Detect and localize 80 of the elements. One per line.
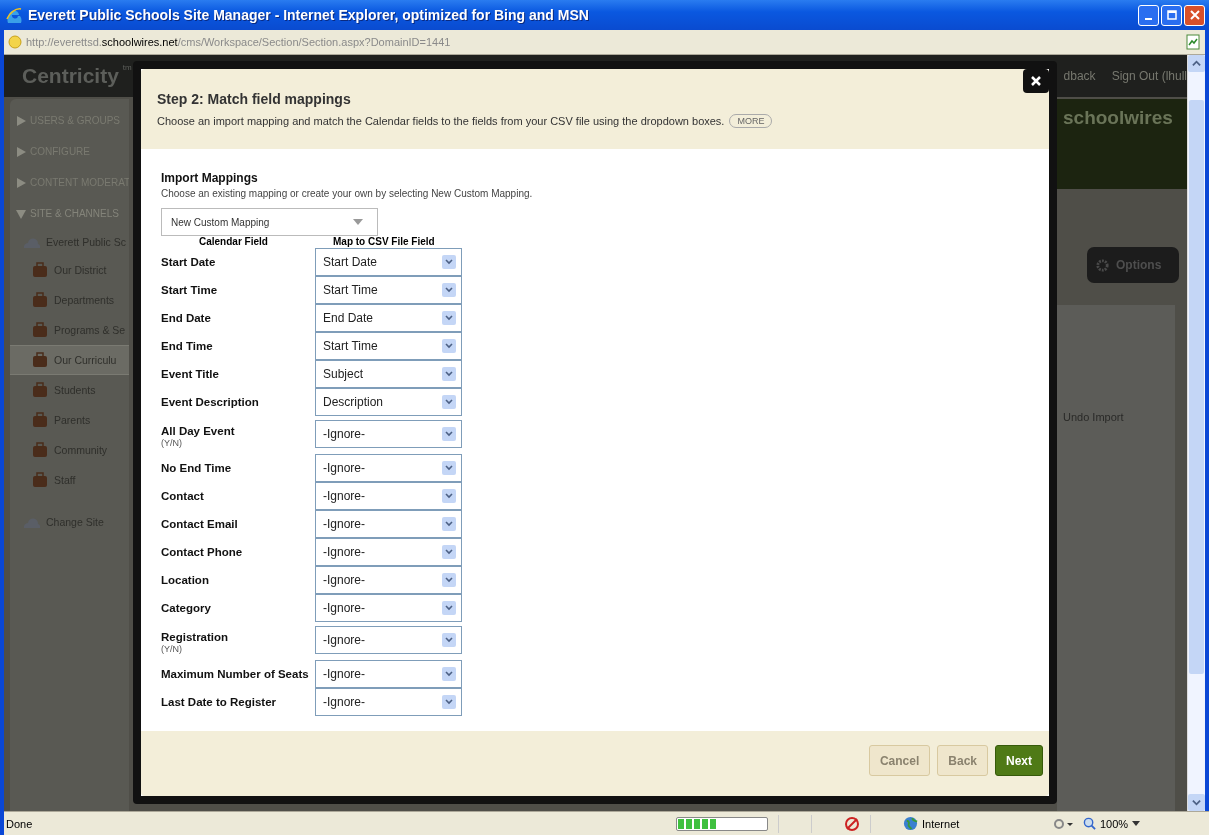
header-link[interactable]: Sign Out (lhull <box>1111 69 1187 83</box>
field-dropdown[interactable]: -Ignore- <box>315 538 462 566</box>
field-dropdown[interactable]: -Ignore- <box>315 594 462 622</box>
section-heading: Import Mappings <box>161 171 259 185</box>
close-icon <box>1189 10 1200 20</box>
briefcase-icon <box>32 382 48 398</box>
field-dropdown[interactable]: -Ignore- <box>315 510 462 538</box>
field-dropdown[interactable]: -Ignore- <box>315 482 462 510</box>
field-label: Location <box>161 574 210 586</box>
dialog-description: Choose an import mapping and match the Calendar fields to the fields from your CSV file using the dropdown boxes. <box>157 115 725 127</box>
field-note: (Y/N) <box>161 644 183 654</box>
hint-text: Choose an existing mapping or create your own by selecting New Custom Mapping. <box>161 188 534 199</box>
header-link[interactable]: dback <box>1063 69 1096 83</box>
field-dropdown[interactable]: -Ignore- <box>315 688 462 716</box>
field-label: Event Title <box>161 368 220 380</box>
close-icon <box>1030 75 1042 87</box>
field-label: Category <box>161 602 212 614</box>
dialog-button[interactable]: Back <box>937 745 988 776</box>
field-dropdown[interactable]: -Ignore- <box>315 660 462 688</box>
field-label: Start Date <box>161 256 217 268</box>
field-label: Registration <box>161 631 230 643</box>
field-dropdown[interactable]: -Ignore- <box>315 454 462 482</box>
scrollbar[interactable] <box>1187 55 1205 811</box>
field-label: Event Description <box>161 396 260 408</box>
brand-logo: schoolwires <box>1063 107 1173 129</box>
field-label: End Date <box>161 312 212 324</box>
briefcase-icon <box>32 322 48 338</box>
caret-icon <box>1132 820 1141 827</box>
caret-icon <box>353 219 363 225</box>
field-label: Last Date to Register <box>161 696 278 708</box>
scroll-up-icon[interactable] <box>1192 59 1201 68</box>
next-button[interactable]: Next <box>995 745 1043 776</box>
field-dropdown[interactable]: Start Time <box>315 276 462 304</box>
status-text: Done <box>6 817 34 830</box>
field-label: End Time <box>161 340 214 352</box>
minimize-button[interactable] <box>1138 4 1159 26</box>
column-header: Map to CSV File Field <box>333 236 435 248</box>
field-dropdown[interactable]: End Date <box>315 304 462 332</box>
field-dropdown[interactable]: -Ignore- <box>315 566 462 594</box>
dialog-button[interactable]: Cancel <box>868 745 931 776</box>
field-dropdown[interactable]: Start Time <box>315 332 462 360</box>
field-dropdown[interactable]: Start Date <box>315 248 462 276</box>
scroll-down-icon[interactable] <box>1192 798 1201 807</box>
field-label: Start Time <box>161 284 219 296</box>
minimize-icon <box>1145 18 1152 20</box>
briefcase-icon <box>32 352 48 368</box>
field-label: No End Time <box>161 462 233 474</box>
magnifier-icon <box>1083 817 1096 830</box>
field-dropdown[interactable]: -Ignore- <box>315 626 462 654</box>
field-dropdown[interactable]: Description <box>315 388 462 416</box>
logo: Centricity <box>22 64 119 88</box>
briefcase-icon <box>32 262 48 278</box>
briefcase-icon <box>32 472 48 488</box>
briefcase-icon <box>32 412 48 428</box>
more-button[interactable]: MORE <box>729 114 773 128</box>
mapping-dropdown[interactable]: New Custom Mapping <box>161 208 378 236</box>
maximize-button[interactable] <box>1161 4 1182 26</box>
globe-icon <box>903 816 918 831</box>
zoom-control[interactable]: 100% <box>1083 817 1141 830</box>
field-label: Contact Phone <box>161 546 244 558</box>
maximize-icon <box>1166 10 1177 20</box>
column-header: Calendar Field <box>199 236 269 248</box>
field-dropdown[interactable]: -Ignore- <box>315 420 462 448</box>
field-dropdown[interactable]: Subject <box>315 360 462 388</box>
field-label: Contact Email <box>161 518 239 530</box>
privacy-icon[interactable] <box>844 815 860 832</box>
channel-item[interactable]: Our Curriculu <box>10 345 129 375</box>
field-note: (Y/N) <box>161 438 183 448</box>
field-label: All Day Event <box>161 425 236 437</box>
field-label: Maximum Number of Seats <box>161 668 310 680</box>
field-label: Contact <box>161 490 205 502</box>
window-title: Everett Public Schools Site Manager - Internet Explorer, optimized for Bing and MSN <box>28 7 590 23</box>
page-icon <box>8 35 22 49</box>
security-zone: Internet <box>922 817 960 830</box>
briefcase-icon <box>32 292 48 308</box>
gear-icon <box>1095 257 1110 273</box>
briefcase-icon <box>32 442 48 458</box>
dialog-title: Step 2: Match field mappings <box>157 91 352 107</box>
compatibility-icon[interactable] <box>1185 34 1201 50</box>
browser-logo-icon <box>6 7 22 23</box>
